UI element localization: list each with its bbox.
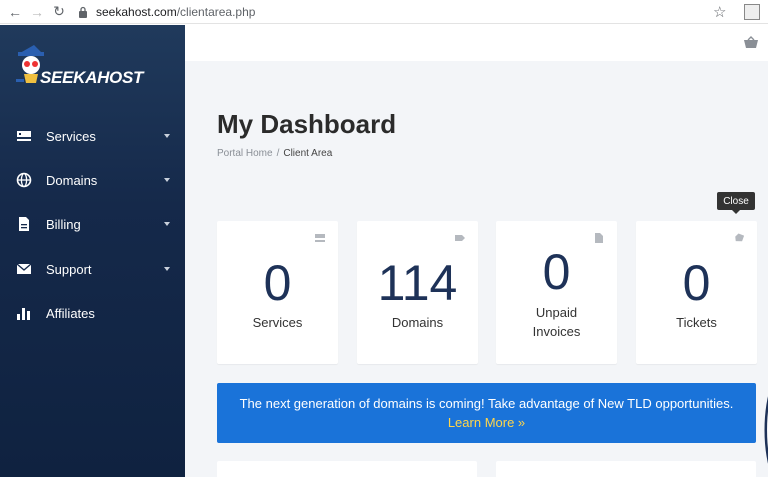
stat-value: 0 xyxy=(542,244,571,300)
globe-icon xyxy=(16,172,32,188)
sidebar-item-support[interactable]: Support xyxy=(0,251,185,287)
extension-icon[interactable] xyxy=(744,4,760,20)
breadcrumb-separator: / xyxy=(276,148,280,159)
page-title: My Dashboard xyxy=(217,109,397,139)
stat-card-tickets[interactable]: 0 Tickets xyxy=(636,221,757,364)
stat-label-line1: Unpaid xyxy=(535,305,578,320)
sidebar-item-billing[interactable]: Billing xyxy=(0,206,185,242)
sidebar-item-label: Affiliates xyxy=(46,305,95,321)
panel-card xyxy=(496,461,756,481)
promo-banner: The next generation of domains is coming… xyxy=(217,383,756,443)
stat-value: 0 xyxy=(682,255,711,311)
url-text: seekahost.com/clientarea.php xyxy=(96,4,256,19)
stat-label: Services xyxy=(252,315,303,330)
close-tooltip: Close xyxy=(717,192,755,214)
panel-card xyxy=(217,461,477,481)
sidebar-item-affiliates[interactable]: Affiliates xyxy=(0,295,185,331)
envelope-icon xyxy=(16,263,32,274)
sidebar-item-label: Support xyxy=(46,261,92,277)
main-content: My Dashboard Portal Home / Client Area Clo… xyxy=(185,25,768,481)
breadcrumb: Portal Home / Client Area xyxy=(217,148,332,159)
document-icon xyxy=(19,217,29,231)
breadcrumb-current: Client Area xyxy=(283,148,333,159)
stat-label: Tickets xyxy=(676,315,717,330)
sidebar-item-label: Billing xyxy=(46,216,81,232)
top-header-bar xyxy=(185,25,768,61)
lock-icon xyxy=(79,6,87,18)
forward-arrow-icon[interactable]: → xyxy=(28,3,46,21)
stat-label-line2: Invoices xyxy=(532,324,581,339)
server-icon xyxy=(17,131,31,141)
sidebar: SEEKAHOST Services Domains Billing Suppo… xyxy=(0,25,185,477)
reload-icon[interactable]: ↻ xyxy=(50,3,68,21)
stat-card-domains[interactable]: 114 Domains xyxy=(357,221,478,364)
tag-icon xyxy=(455,235,465,241)
back-arrow-icon[interactable]: ← xyxy=(6,3,24,21)
address-bar[interactable]: seekahost.com/clientarea.php xyxy=(78,2,255,22)
stat-card-services[interactable]: 0 Services xyxy=(217,221,338,364)
browser-toolbar: ← → ↻ seekahost.com/clientarea.php ☆ xyxy=(0,0,768,24)
sidebar-item-services[interactable]: Services xyxy=(0,118,185,154)
bookmark-star-icon[interactable]: ☆ xyxy=(713,3,726,21)
sidebar-item-label: Domains xyxy=(46,172,98,188)
ticket-icon xyxy=(735,233,744,242)
sidebar-item-domains[interactable]: Domains xyxy=(0,162,185,198)
decorative-curve xyxy=(764,396,768,464)
banner-text: The next generation of domains is coming… xyxy=(239,396,734,411)
learn-more-link[interactable]: Learn More » xyxy=(217,415,756,430)
chevron-down-icon xyxy=(164,134,170,138)
stat-value: 0 xyxy=(263,255,292,311)
chevron-down-icon xyxy=(164,222,170,226)
cart-icon[interactable] xyxy=(743,36,759,50)
server-icon xyxy=(315,234,325,242)
stat-value: 114 xyxy=(377,255,458,311)
brand-wordmark: SEEKAHOST xyxy=(40,68,144,87)
bar-chart-icon xyxy=(17,308,30,320)
chevron-down-icon xyxy=(164,267,170,271)
sidebar-item-label: Services xyxy=(46,128,96,144)
chevron-down-icon xyxy=(164,178,170,182)
breadcrumb-home-link[interactable]: Portal Home xyxy=(217,148,273,159)
stat-card-unpaid-invoices[interactable]: 0 Unpaid Invoices xyxy=(496,221,617,364)
document-icon xyxy=(595,233,603,243)
stat-label: Domains xyxy=(391,315,444,330)
